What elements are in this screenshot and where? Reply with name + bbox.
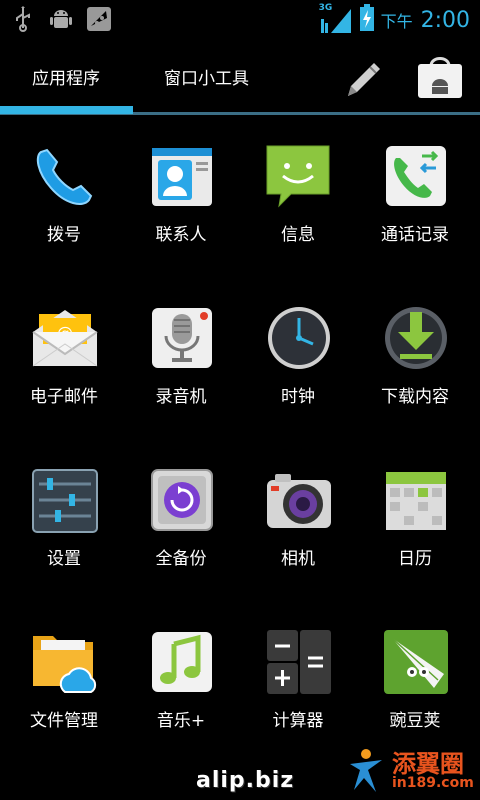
app-wandoujia[interactable]: 豌豆荚	[356, 624, 474, 744]
app-label: 电子邮件	[30, 387, 98, 407]
app-label: 下载内容	[381, 387, 449, 407]
app-settings[interactable]: 设置	[5, 462, 123, 582]
email-icon: @	[32, 310, 98, 367]
market-bag-icon	[418, 57, 462, 98]
tab-bar: 应用程序 窗口小工具	[0, 38, 480, 114]
camera-icon	[267, 474, 331, 528]
app-contacts[interactable]: 联系人	[122, 138, 240, 258]
clock-icon	[268, 307, 330, 369]
app-label: 豌豆荚	[389, 711, 441, 731]
battery-charging-icon	[359, 4, 375, 36]
app-label: 信息	[281, 225, 315, 245]
sound-recorder-icon	[152, 308, 212, 368]
app-label: 日历	[398, 549, 432, 569]
app-clock[interactable]: 时钟	[239, 300, 357, 420]
brand-name: 添翼圈	[392, 750, 464, 778]
brand-url: in189.com	[392, 775, 474, 791]
usb-icon	[10, 6, 36, 32]
app-label: 全备份	[155, 549, 207, 569]
app-calendar[interactable]: 日历	[356, 462, 474, 582]
app-label: 相机	[281, 549, 315, 569]
tab-widgets[interactable]: 窗口小工具	[164, 64, 249, 89]
watermark-alip: alip.biz	[196, 768, 295, 793]
status-bar: 3G 下午 2:00	[0, 0, 480, 38]
app-camera[interactable]: 相机	[239, 462, 357, 582]
wandoujia-notification-icon	[86, 6, 112, 32]
tab-apps[interactable]: 应用程序	[32, 64, 100, 89]
app-label: 音乐+	[156, 711, 206, 731]
app-label: 设置	[47, 549, 81, 569]
app-email[interactable]: @ 电子邮件	[5, 300, 123, 420]
app-messaging[interactable]: 信息	[239, 138, 357, 258]
app-calculator[interactable]: 计算器	[239, 624, 357, 744]
settings-icon	[32, 469, 98, 533]
app-label: 拨号	[47, 225, 81, 245]
app-call-log[interactable]: 通话记录	[356, 138, 474, 258]
app-file-manager[interactable]: 文件管理	[5, 624, 123, 744]
app-music[interactable]: 音乐+	[122, 624, 240, 744]
app-label: 计算器	[272, 711, 324, 731]
pencil-icon	[348, 63, 380, 96]
clock-ampm: 下午	[380, 12, 413, 31]
file-manager-icon	[33, 636, 97, 693]
app-label: 通话记录	[381, 225, 449, 245]
app-label: 时钟	[281, 387, 315, 407]
app-downloads[interactable]: 下载内容	[356, 300, 474, 420]
wandoujia-icon	[384, 630, 448, 694]
phone-icon	[36, 148, 93, 205]
clock-time: 2:00	[420, 7, 470, 33]
app-label: 文件管理	[30, 711, 98, 731]
music-icon	[152, 632, 212, 692]
app-dialer[interactable]: 拨号	[5, 138, 123, 258]
app-label: 联系人	[155, 225, 207, 245]
calendar-icon	[386, 472, 446, 530]
app-label: 录音机	[155, 387, 207, 407]
call-log-icon	[386, 146, 446, 206]
app-sound-recorder[interactable]: 录音机	[122, 300, 240, 420]
edit-pencil-button[interactable]	[340, 56, 386, 102]
signal-3g-icon: 3G	[319, 3, 353, 35]
downloads-icon	[385, 307, 447, 369]
android-debug-icon	[48, 6, 74, 32]
backup-icon	[151, 469, 213, 531]
contacts-icon	[152, 148, 212, 206]
app-backup[interactable]: 全备份	[122, 462, 240, 582]
messaging-icon	[266, 145, 330, 208]
tab-selected-indicator	[0, 106, 133, 114]
calculator-icon	[267, 630, 331, 694]
market-button[interactable]	[414, 50, 466, 102]
